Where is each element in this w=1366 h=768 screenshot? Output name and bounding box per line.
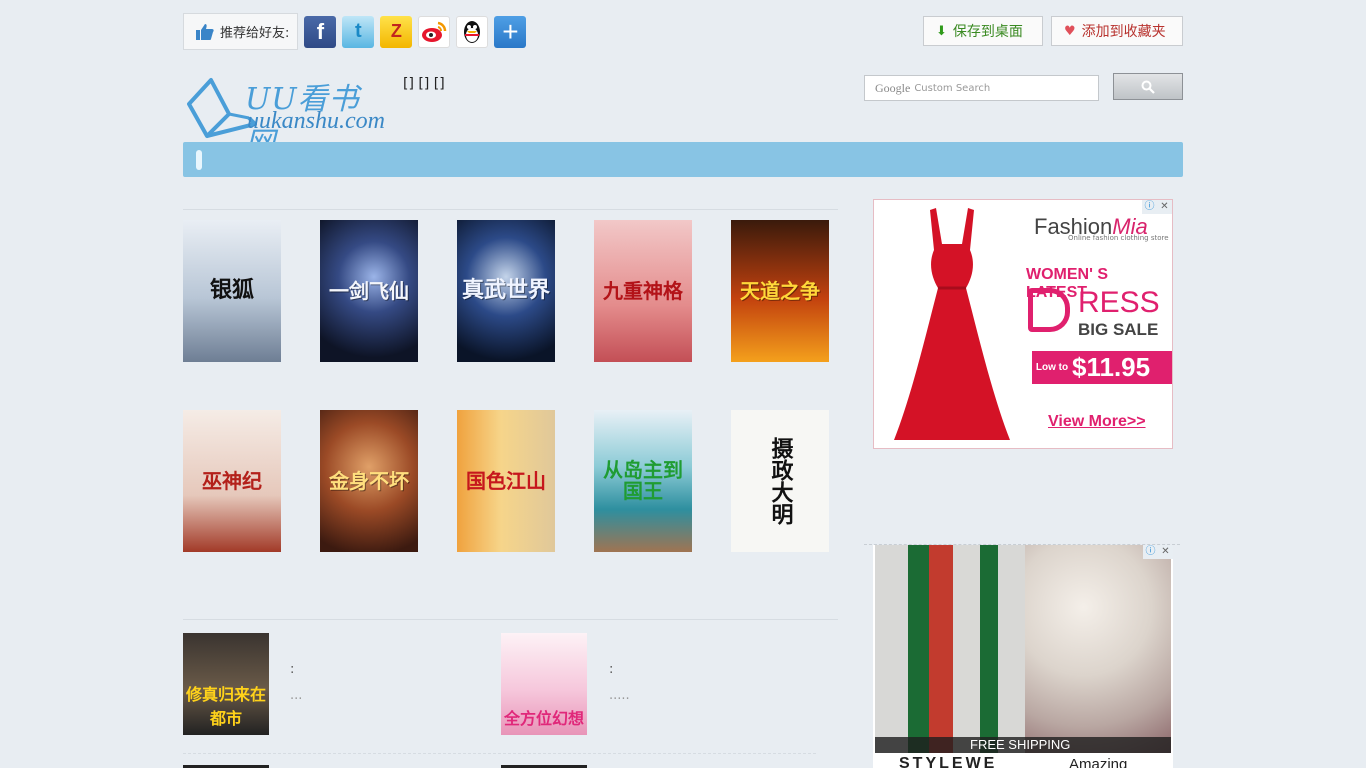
ad-view-more-link[interactable]: View More>> — [1048, 413, 1146, 431]
book-cover-2[interactable]: 一剑飞仙 — [320, 220, 418, 362]
qzone-star-icon: Z — [390, 21, 402, 41]
thumbs-up-icon — [196, 23, 214, 40]
add-to-favorites-button[interactable]: ♥ 添加到收藏夹 — [1051, 16, 1183, 46]
book-cover-title: 银狐 — [209, 277, 254, 304]
nav-marker — [196, 150, 202, 170]
search-button[interactable] — [1113, 73, 1183, 100]
breadcrumb[interactable]: [] [] [] — [403, 76, 445, 92]
ad-close-icon[interactable]: ✕ — [1157, 200, 1172, 214]
plaid-dress-image — [875, 545, 1025, 753]
book-cover-title: 九重神格 — [603, 278, 683, 303]
qq-share-button[interactable] — [456, 15, 489, 48]
ad-choices-badge[interactable]: ⓘ ✕ — [1143, 545, 1173, 559]
logo-text-domain: uukanshu.com — [247, 108, 385, 134]
more-share-button[interactable]: + — [494, 15, 527, 48]
ad-free-shipping: FREE SHIPPING — [875, 737, 1171, 753]
book-cover-5[interactable]: 天道之争 — [731, 220, 829, 362]
fashion-ad[interactable]: FashionMia Online fashion clothing store… — [873, 199, 1173, 449]
book-cover-9[interactable]: 从岛主到国王 — [594, 410, 692, 552]
book-cover-title: 一剑飞仙 — [329, 278, 409, 303]
heart-icon: ♥ — [1064, 23, 1076, 39]
book-cover-title: 天道之争 — [740, 278, 820, 303]
recent-book-cover-2[interactable]: 全方位幻想 — [501, 633, 587, 735]
dress-d-logo-icon — [1028, 288, 1070, 332]
list-divider — [183, 753, 816, 754]
ad-tagline: Online fashion clothing store — [1068, 234, 1169, 242]
download-arrow-icon: ⬇ — [936, 23, 947, 39]
save-to-desktop-label: 保存到桌面 — [952, 24, 1023, 40]
book-cover-title: 真武世界 — [461, 277, 550, 304]
recent-book-summary: ..... — [609, 688, 630, 703]
book-cover-1[interactable]: 银狐 — [183, 220, 281, 362]
book-cover-4[interactable]: 九重神格 — [594, 220, 692, 362]
book-cover-title: 从岛主到国王 — [603, 458, 683, 503]
floral-dress-image — [1025, 545, 1171, 753]
weibo-icon — [422, 21, 447, 42]
book-cover-8[interactable]: 国色江山 — [457, 410, 555, 552]
section-divider — [183, 619, 838, 620]
search-icon — [1141, 80, 1155, 94]
book-cover-3[interactable]: 真武世界 — [457, 220, 555, 362]
ad-low-to: Low to — [1035, 362, 1069, 373]
share-bar: 推荐给好友: f t Z + — [183, 13, 527, 50]
twitter-icon: t — [355, 20, 362, 42]
ad-info-icon: ⓘ — [1144, 201, 1155, 212]
recent-book-author: : — [609, 662, 614, 677]
weibo-share-button[interactable] — [418, 15, 451, 48]
share-label-box: 推荐给好友: — [183, 13, 299, 50]
book-cover-7[interactable]: 金身不坏 — [320, 410, 418, 552]
ad-dress-word: RESS — [1078, 286, 1160, 319]
ad-close-icon[interactable]: ✕ — [1158, 545, 1173, 559]
ad-choices-badge[interactable]: ⓘ ✕ — [1142, 200, 1172, 214]
facebook-icon: f — [316, 18, 325, 44]
recent-book-cover-1[interactable]: 修真归来在都市 — [183, 633, 269, 735]
ad-price-banner: Low to $11.95 — [1032, 351, 1172, 384]
stylewe-ad[interactable]: FREE SHIPPING STYLEWE Amazing ⓘ ✕ — [873, 545, 1173, 768]
ad-price: $11.95 — [1072, 352, 1151, 382]
section-divider — [183, 209, 838, 210]
recent-book-summary: ... — [290, 688, 303, 703]
recent-book-title: 修真归来在都市 — [185, 685, 266, 728]
qq-penguin-icon — [464, 20, 481, 43]
add-to-favorites-label: 添加到收藏夹 — [1081, 24, 1166, 40]
ad-amazing-text: Amazing — [1069, 756, 1128, 768]
book-cover-title: 巫神纪 — [202, 468, 262, 493]
plus-icon: + — [502, 15, 519, 47]
search-input[interactable]: Google Custom Search — [864, 75, 1099, 101]
save-to-desktop-button[interactable]: ⬇ 保存到桌面 — [923, 16, 1043, 46]
recent-book-author: : — [290, 662, 295, 677]
search-placeholder: Custom Search — [914, 82, 991, 94]
recent-book-title: 全方位幻想 — [503, 709, 584, 728]
twitter-share-button[interactable]: t — [342, 15, 375, 48]
google-brand-watermark: Google — [875, 80, 911, 95]
red-dress-image — [894, 208, 1010, 440]
ad-big-sale: BIG SALE — [1078, 320, 1159, 339]
facebook-share-button[interactable]: f — [304, 15, 337, 48]
book-cover-title: 国色江山 — [466, 468, 546, 493]
share-label: 推荐给好友: — [220, 26, 290, 41]
book-cover-6[interactable]: 巫神纪 — [183, 410, 281, 552]
book-cover-10[interactable]: 摄政大明 — [731, 410, 829, 552]
main-nav-bar — [183, 142, 1183, 177]
qzone-share-button[interactable]: Z — [380, 15, 413, 48]
site-logo[interactable]: UU看书网 uukanshu.com — [185, 74, 385, 161]
book-cover-title: 摄政大明 — [767, 437, 794, 525]
ad-brand: STYLEWE — [899, 755, 998, 768]
ad-info-icon: ⓘ — [1145, 546, 1156, 557]
book-cover-title: 金身不坏 — [329, 468, 409, 493]
